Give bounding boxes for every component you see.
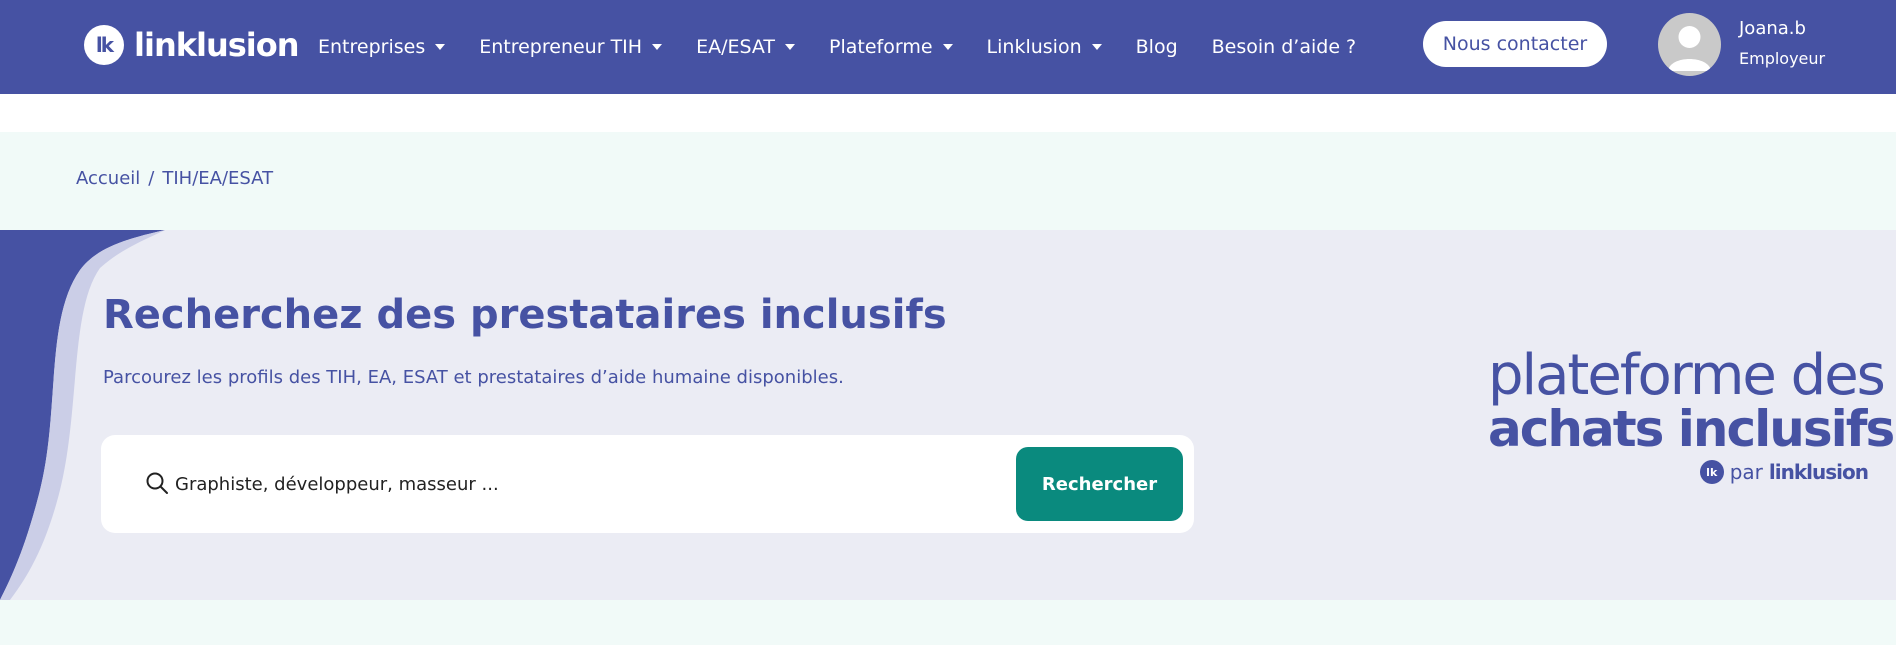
wave-decoration: [0, 230, 165, 600]
nav-item-label: Entreprises: [318, 36, 426, 58]
contact-button[interactable]: Nous contacter: [1423, 21, 1607, 67]
breadcrumb: Accueil / TIH/EA/ESAT: [76, 168, 273, 189]
user-name[interactable]: Joana.b: [1739, 18, 1806, 39]
nav-item-label: Blog: [1135, 36, 1178, 58]
breadcrumb-home-link[interactable]: Accueil: [76, 168, 140, 189]
brand-line-1: plateforme des: [1488, 343, 1886, 408]
brand-par: par: [1729, 460, 1763, 484]
nav-item-entreprises[interactable]: Entreprises: [318, 36, 446, 58]
logo-text: linklusion: [134, 26, 300, 64]
search-icon: [146, 472, 168, 494]
caret-down-icon: [435, 44, 446, 50]
breadcrumb-band: Accueil / TIH/EA/ESAT: [0, 132, 1896, 230]
brand-line-2: achats inclusifs: [1488, 400, 1895, 458]
nav-item-blog[interactable]: Blog: [1136, 36, 1178, 58]
brand-name: linklusion: [1768, 460, 1869, 484]
page-title: Recherchez des prestataires inclusifs: [103, 292, 947, 338]
platform-brand-logo: plateforme des achats inclusifs lk par l…: [1488, 343, 1895, 484]
nav-item-plateforme[interactable]: Plateforme: [829, 36, 953, 58]
brand-mark-icon: lk: [1699, 460, 1724, 484]
bottom-band: [0, 600, 1896, 645]
hero-section: Recherchez des prestataires inclusifs Pa…: [0, 230, 1896, 600]
search-input[interactable]: [175, 461, 995, 507]
user-role: Employeur: [1739, 49, 1826, 68]
nav-item-label: Linklusion: [986, 36, 1082, 58]
nav-item-label: Besoin d’aide ?: [1211, 36, 1357, 58]
caret-down-icon: [785, 44, 796, 50]
nav-item-linklusion[interactable]: Linklusion: [987, 36, 1102, 58]
logo-mark-icon: lk: [84, 25, 124, 65]
nav-item-entrepreneur-tih[interactable]: Entrepreneur TIH: [479, 36, 663, 58]
main-nav: Entreprises Entrepreneur TIH EA/ESAT Pla…: [318, 0, 1390, 94]
caret-down-icon: [1091, 44, 1102, 50]
breadcrumb-separator: /: [148, 168, 155, 189]
nav-item-ea-esat[interactable]: EA/ESAT: [696, 36, 796, 58]
caret-down-icon: [942, 44, 953, 50]
avatar[interactable]: [1658, 13, 1721, 76]
top-navbar: lk linklusion Entreprises Entrepreneur T…: [0, 0, 1896, 94]
user-avatar-icon: [1668, 26, 1711, 71]
brand-byline: lk par linklusion: [1488, 460, 1869, 484]
nav-item-label: Entrepreneur TIH: [479, 36, 643, 58]
page-subtitle: Parcourez les profils des TIH, EA, ESAT …: [103, 367, 844, 388]
search-bar: Rechercher: [101, 435, 1194, 533]
nav-item-help[interactable]: Besoin d’aide ?: [1212, 36, 1357, 58]
search-button[interactable]: Rechercher: [1016, 447, 1183, 521]
nav-item-label: Plateforme: [829, 36, 933, 58]
header-spacer: [0, 94, 1896, 132]
linklusion-logo[interactable]: lk linklusion: [84, 24, 300, 66]
breadcrumb-current: TIH/EA/ESAT: [162, 168, 274, 189]
nav-item-label: EA/ESAT: [696, 36, 776, 58]
caret-down-icon: [652, 44, 663, 50]
